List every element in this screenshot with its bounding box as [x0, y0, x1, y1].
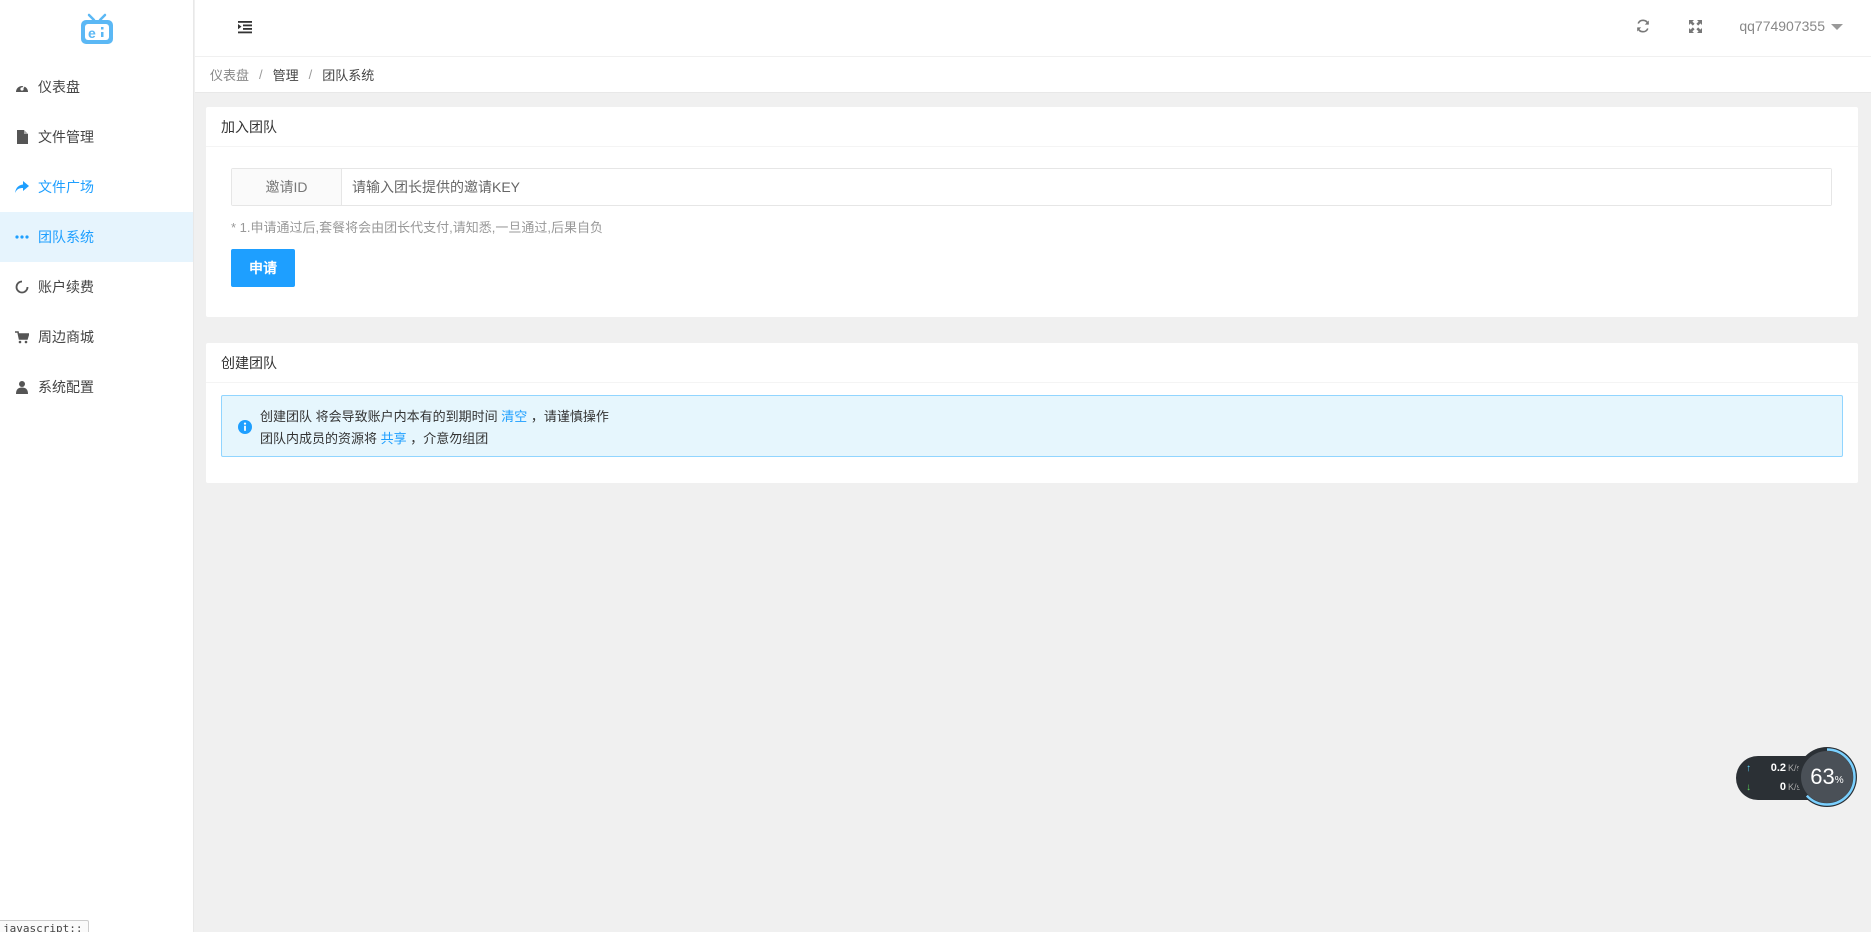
file-icon [14, 129, 30, 145]
logo[interactable]: e [0, 0, 193, 58]
invite-id-group: 邀请ID [231, 168, 1832, 206]
upload-value: 0.2 [1770, 762, 1786, 774]
sidebar-item-label: 仪表盘 [38, 79, 80, 95]
sidebar-item-dashboard[interactable]: 仪表盘 [0, 62, 193, 112]
sidebar-item-label: 团队系统 [38, 229, 94, 245]
user-menu[interactable]: qq774907355 [1739, 18, 1843, 34]
hint-text: * 1.申请通过后,套餐将会由团长代支付,请知悉,一旦通过,后果自负 [231, 220, 603, 235]
cart-icon [14, 329, 30, 345]
sidebar-nav: 仪表盘 文件管理 文件广场 团队系统 账户续费 周边商城 系统配置 [0, 62, 193, 412]
create-team-card: 创建团队 创建团队 将会导致账户内本有的到期时间 清空 ，请谨慎操作 团队内成员… [206, 343, 1858, 483]
card-title: 创建团队 [206, 343, 1858, 383]
card-title: 加入团队 [206, 107, 1858, 147]
apply-button[interactable]: 申请 [231, 249, 295, 287]
user-icon [14, 379, 30, 395]
highlight-clear: 清空 [501, 409, 528, 424]
sidebar-item-label: 文件广场 [38, 179, 94, 195]
circle-refresh-icon [14, 279, 30, 295]
fullscreen-button[interactable] [1687, 18, 1703, 34]
sidebar-item-account-renewal[interactable]: 账户续费 [0, 262, 193, 312]
alert-line-2: 团队内成员的资源将 共享 ，介意勿组团 [260, 428, 609, 450]
menu-toggle-button[interactable] [238, 20, 254, 34]
sidebar-item-label: 周边商城 [38, 329, 94, 345]
sidebar-item-label: 系统配置 [38, 379, 94, 395]
alert-text: 团队内成员的资源将 [260, 431, 381, 446]
breadcrumb-item-dashboard[interactable]: 仪表盘 [210, 65, 249, 84]
sidebar-item-file-square[interactable]: 文件广场 [0, 162, 193, 212]
top-header: qq774907355 [195, 0, 1871, 57]
refresh-icon [1637, 19, 1650, 33]
percent-unit: % [1834, 774, 1844, 786]
chevron-down-icon [1831, 24, 1843, 30]
alert-text: ，介意勿组团 [406, 431, 489, 446]
breadcrumb-item-team-system: 团队系统 [322, 68, 375, 83]
info-alert: 创建团队 将会导致账户内本有的到期时间 清空 ，请谨慎操作 团队内成员的资源将 … [221, 395, 1843, 457]
dashboard-icon [14, 79, 30, 95]
info-icon [238, 420, 252, 434]
menu-collapse-icon [238, 21, 252, 34]
highlight-share: 共享 [380, 431, 407, 446]
svg-text:e: e [88, 25, 96, 41]
invite-key-input[interactable] [342, 169, 1831, 205]
status-bar-tooltip: javascript:; [0, 920, 90, 932]
download-speed: ↓ 0 K/s [1746, 781, 1801, 793]
alert-line-1: 创建团队 将会导致账户内本有的到期时间 清空 ，请谨慎操作 [260, 406, 609, 428]
upload-arrow-icon: ↑ [1746, 762, 1751, 774]
sidebar-item-label: 文件管理 [38, 129, 94, 145]
more-dots-icon [14, 229, 30, 245]
breadcrumb-separator: / [308, 67, 313, 82]
breadcrumb-item-manage[interactable]: 管理 [273, 65, 299, 84]
breadcrumb-separator: / [259, 67, 263, 82]
alert-text: 创建团队 将会导致账户内本有的到期时间 [260, 409, 502, 424]
download-arrow-icon: ↓ [1746, 781, 1751, 793]
share-icon [14, 179, 30, 195]
memory-percent: 63% [1796, 746, 1858, 808]
refresh-button[interactable] [1635, 18, 1651, 34]
join-team-card: 加入团队 邀请ID * 1.申请通过后,套餐将会由团长代支付,请知悉,一旦通过,… [206, 107, 1858, 317]
alert-text: ，请谨慎操作 [527, 409, 609, 424]
sidebar-item-file-management[interactable]: 文件管理 [0, 112, 193, 162]
tv-logo-icon: e [80, 13, 113, 44]
upload-speed: ↑ 0.2 K/s [1746, 762, 1801, 774]
percent-value: 63 [1810, 764, 1835, 789]
sidebar-item-team-system[interactable]: 团队系统 [0, 212, 193, 262]
sidebar-item-label: 账户续费 [38, 279, 94, 295]
network-monitor-widget[interactable]: ↑ 0.2 K/s ↓ 0 K/s 63% [1736, 746, 1858, 808]
username-label: qq774907355 [1739, 18, 1825, 34]
download-value: 0 [1779, 781, 1786, 793]
invite-id-label: 邀请ID [232, 169, 342, 205]
breadcrumb: 仪表盘 / 管理 / 团队系统 [195, 57, 1871, 93]
sidebar-item-system-config[interactable]: 系统配置 [0, 362, 193, 412]
alert-message: 创建团队 将会导致账户内本有的到期时间 清空 ，请谨慎操作 团队内成员的资源将 … [260, 406, 609, 450]
fullscreen-icon [1688, 19, 1702, 33]
sidebar-item-shop[interactable]: 周边商城 [0, 312, 193, 362]
sidebar: e 仪表盘 文件管理 文件广场 团队系统 账户续费 周边商城 系统配置 java… [0, 0, 194, 932]
header-actions: qq774907355 [1635, 0, 1843, 52]
